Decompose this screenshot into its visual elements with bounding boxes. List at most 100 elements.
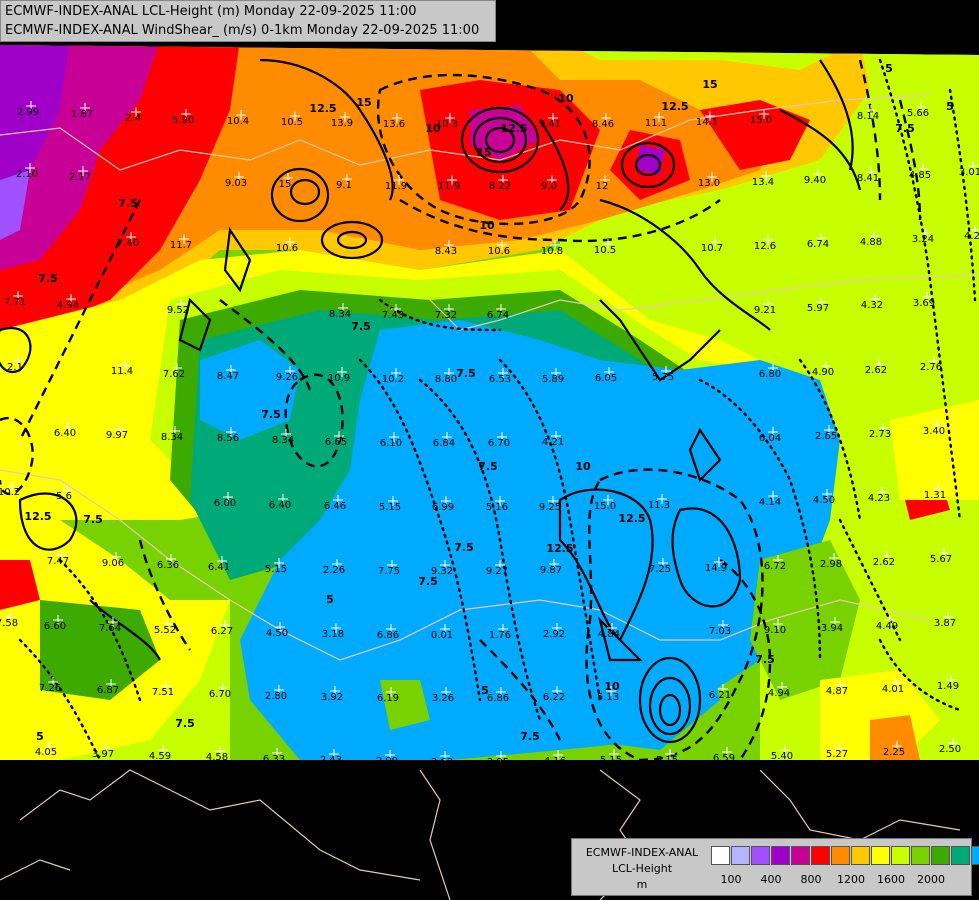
point-value-label: 3.95 xyxy=(487,757,509,768)
point-value-label: 5.27 xyxy=(826,749,848,760)
point-value-label: 4.87 xyxy=(826,686,848,697)
point-value-label: 8.14 xyxy=(857,111,879,122)
point-value-label: 5.97 xyxy=(807,303,829,314)
point-value-label: 4.16 xyxy=(544,756,566,767)
point-value-label: 6.99 xyxy=(432,502,454,513)
point-value-label: 2.17 xyxy=(69,172,91,183)
contour-label: 10 xyxy=(558,92,574,105)
point-value-label: 12.6 xyxy=(754,241,776,252)
point-value-label: 10.2 xyxy=(0,487,20,498)
point-value-label: 7.62 xyxy=(163,369,185,380)
point-value-label: 9.40 xyxy=(804,175,826,186)
legend-swatch xyxy=(891,846,910,865)
point-value-label: 6.65 xyxy=(325,437,347,448)
point-value-label: 8.80 xyxy=(435,374,457,385)
legend-tick-label: 800 xyxy=(800,873,822,886)
point-value-label: 6.46 xyxy=(324,501,346,512)
point-value-label: 7.43 xyxy=(382,310,404,321)
point-value-label: 10.6 xyxy=(488,246,510,257)
point-value-label: 4.59 xyxy=(149,751,171,762)
point-value-label: 8.46 xyxy=(592,119,614,130)
point-value-label: 2.99 xyxy=(17,107,39,118)
legend-tick-label: 400 xyxy=(760,873,782,886)
point-value-label: 9.03 xyxy=(225,178,247,189)
point-value-label: 15 xyxy=(279,179,292,190)
point-value-label: 7.51 xyxy=(152,687,174,698)
contour-label: 7.5 xyxy=(351,320,371,333)
contour-label: 7.5 xyxy=(175,717,195,730)
point-value-label: 13.0 xyxy=(698,178,720,189)
contour-label: 7.5 xyxy=(261,408,281,421)
point-value-label: 2.65 xyxy=(815,431,837,442)
point-value-label: 5.67 xyxy=(930,554,952,565)
point-value-label: 2.73 xyxy=(869,429,891,440)
point-value-label: 2.4 xyxy=(125,113,141,124)
contour-label: 7.5 xyxy=(895,122,915,135)
contour-label: 12.5 xyxy=(618,512,645,525)
point-value-label: 4.50 xyxy=(813,495,835,506)
legend-swatch xyxy=(811,846,830,865)
header-line-windshear: ECMWF-INDEX-ANAL WindShear_ (m/s) 0-1km … xyxy=(5,23,480,38)
point-value-label: 9.97 xyxy=(106,430,128,441)
point-value-label: 6.86 xyxy=(377,630,399,641)
legend-title-model: ECMWF-INDEX-ANAL xyxy=(585,846,699,859)
contour-label: 5 xyxy=(946,100,954,113)
contour-label: 12.5 xyxy=(500,122,527,135)
point-value-label: 5.16 xyxy=(486,502,508,513)
point-value-label: 2.62 xyxy=(873,557,895,568)
point-value-label: 4.05 xyxy=(35,747,57,758)
point-value-label: 11.9 xyxy=(438,181,460,192)
point-value-label: 6.05 xyxy=(595,373,617,384)
point-value-label: 7.26 xyxy=(39,683,61,694)
point-value-label: 3.40 xyxy=(923,426,945,437)
legend-tick-label: 2000 xyxy=(917,873,945,886)
point-value-label: 9.26 xyxy=(276,372,298,383)
point-value-label: 7.75 xyxy=(378,566,400,577)
point-value-label: 8.34 xyxy=(161,432,183,443)
point-value-label: 6.53 xyxy=(489,374,511,385)
contour-label: 12.5 xyxy=(661,100,688,113)
point-value-label: 7.32 xyxy=(435,310,457,321)
point-value-label: 7.58 xyxy=(0,618,18,629)
point-value-label: 4.2 xyxy=(964,231,979,242)
weather-map: 2.99 1.87 2.4 5.90 10.4 10.5 13.9 13.6 10.3 9.41 8… xyxy=(0,0,979,900)
point-value-label: 5.66 xyxy=(907,108,929,119)
point-value-label: 6.70 xyxy=(488,438,510,449)
contour-label: 5 xyxy=(481,684,489,697)
point-value-label: 3.63 xyxy=(431,757,453,768)
contour-label: 12.5 xyxy=(546,542,573,555)
legend-title-param: LCL-Height xyxy=(611,862,673,875)
point-value-label: 6.41 xyxy=(208,562,230,573)
point-value-label: 3.01 xyxy=(959,167,979,178)
point-value-label: 9.10 xyxy=(764,625,786,636)
point-value-label: 2.26 xyxy=(323,565,345,576)
point-value-label: 6.10 xyxy=(380,438,402,449)
point-value-label: 9.27 xyxy=(486,566,508,577)
point-value-label: 10.4 xyxy=(227,116,249,127)
legend-tick-label: 1600 xyxy=(877,873,905,886)
point-value-label: 6.04 xyxy=(759,433,781,444)
point-value-label: 4.49 xyxy=(876,621,898,632)
point-value-label: 2.76 xyxy=(920,362,942,373)
point-value-label: 14.1 xyxy=(696,117,718,128)
point-value-label: 7.03 xyxy=(709,626,731,637)
contour-label: 5 xyxy=(36,730,44,743)
point-value-label: 9.1 xyxy=(336,180,352,191)
point-value-label: 8.34 xyxy=(272,435,294,446)
contour-label: 12.5 xyxy=(24,510,51,523)
point-value-label: 3.26 xyxy=(432,693,454,704)
point-value-label: 4.32 xyxy=(861,300,883,311)
point-value-label: 15.0 xyxy=(750,115,772,126)
point-value-label: 9.06 xyxy=(102,558,124,569)
point-value-label: 7.64 xyxy=(99,623,121,634)
point-value-label: 10.9 xyxy=(328,373,350,384)
point-value-label: 4.84 xyxy=(598,629,620,640)
point-value-label: 4.94 xyxy=(57,300,79,311)
point-value-label: 6.21 xyxy=(709,690,731,701)
contour-label: 7.5 xyxy=(454,541,474,554)
point-value-label: 13.4 xyxy=(752,177,774,188)
contour-label: 7.5 xyxy=(118,197,138,210)
legend-swatch xyxy=(971,846,979,865)
contour-label: 7.5 xyxy=(418,575,438,588)
contour-label: 5 xyxy=(885,62,893,75)
